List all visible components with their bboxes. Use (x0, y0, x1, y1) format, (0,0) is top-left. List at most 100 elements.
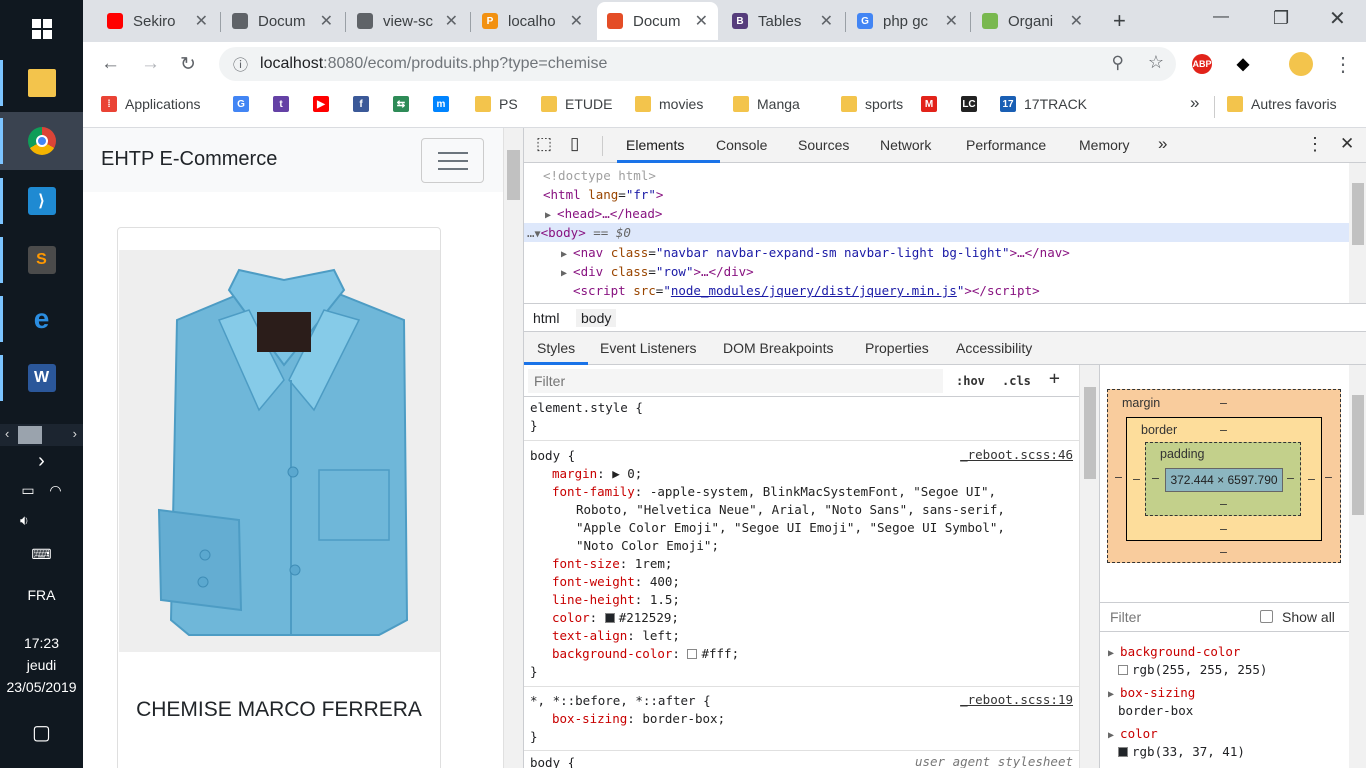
close-window-icon[interactable]: ✕ (1329, 6, 1346, 31)
margin-left-value[interactable]: – (1115, 470, 1122, 484)
style-property[interactable]: color: #212529; (552, 609, 679, 627)
styles-scrollbar[interactable] (1079, 365, 1099, 768)
style-property[interactable]: line-height: 1.5; (552, 591, 680, 609)
bookmark-item[interactable]: f (353, 96, 377, 112)
bookmark-item[interactable]: G (233, 96, 257, 112)
browser-tab[interactable]: Plocalho ✕ (472, 2, 593, 40)
star-rule-selector[interactable]: *, *::before, *::after { (530, 692, 711, 710)
more-bookmarks-icon[interactable]: » (1190, 93, 1199, 113)
reload-icon[interactable]: ↻ (180, 53, 196, 76)
close-tab-icon[interactable]: ✕ (1070, 11, 1083, 31)
wifi-icon[interactable]: ◠ (49, 482, 61, 499)
element-style-selector[interactable]: element.style { (530, 399, 643, 417)
browser-tab[interactable]: view-sc ✕ (347, 2, 468, 40)
next-rule-selector[interactable]: body { (530, 754, 575, 768)
border-top-value[interactable]: – (1220, 423, 1227, 437)
styles-filter-input[interactable] (528, 369, 943, 393)
border-bottom-value[interactable]: – (1220, 522, 1227, 536)
computed-property-name[interactable]: ▶ background-color (1108, 643, 1240, 663)
navbar-toggler-button[interactable] (421, 138, 484, 183)
new-tab-button[interactable]: + (1103, 2, 1136, 40)
hov-button[interactable]: :hov (956, 374, 985, 388)
tab-elements[interactable]: Elements (626, 137, 684, 153)
clock-time[interactable]: 17:23 (0, 635, 83, 651)
site-brand[interactable]: EHTP E-Commerce (101, 148, 277, 171)
maximize-icon[interactable]: ❐ (1273, 8, 1289, 29)
scroll-left-icon[interactable]: ‹ (5, 426, 9, 441)
start-button[interactable] (0, 0, 83, 58)
padding-bottom-value[interactable]: – (1220, 497, 1227, 511)
bookmark-item[interactable]: sports (841, 96, 903, 112)
body-rule-source-link[interactable]: _reboot.scss:46 (960, 447, 1073, 462)
taskbar-scrollbar[interactable]: ‹ › (0, 424, 83, 446)
subtab-event-listeners[interactable]: Event Listeners (600, 340, 697, 356)
color-swatch[interactable] (687, 649, 698, 659)
chevron-right-icon[interactable]: › (0, 450, 83, 473)
sublime-taskbar-button[interactable]: S (0, 231, 83, 289)
cls-button[interactable]: .cls (1002, 374, 1031, 388)
dom-line-html[interactable]: <html lang="fr"> (524, 185, 1349, 204)
tab-network[interactable]: Network (880, 137, 931, 153)
scrollbar-thumb[interactable] (507, 150, 520, 200)
style-property[interactable]: font-size: 1rem; (552, 555, 672, 573)
notifications-icon[interactable]: ▢ (0, 720, 83, 745)
close-tab-icon[interactable]: ✕ (945, 11, 958, 31)
forward-icon[interactable]: → (141, 53, 160, 75)
margin-right-value[interactable]: – (1325, 470, 1332, 484)
crumb-body[interactable]: body (576, 309, 617, 327)
box-content-size[interactable]: 372.444 × 6597.790 (1165, 468, 1283, 492)
page-scrollbar[interactable] (503, 128, 523, 768)
tab-sources[interactable]: Sources (798, 137, 849, 153)
style-property[interactable]: font-weight: 400; (552, 573, 680, 591)
minimize-icon[interactable]: — (1213, 8, 1229, 26)
inspect-element-icon[interactable]: ⬚ (536, 134, 552, 154)
margin-bottom-value[interactable]: – (1220, 545, 1227, 559)
subtab-properties[interactable]: Properties (865, 340, 929, 356)
crumb-html[interactable]: html (528, 309, 564, 327)
scrollbar-thumb[interactable] (18, 426, 42, 444)
adblock-plus-icon[interactable]: ABP (1192, 54, 1212, 74)
computed-property-name[interactable]: ▶ box-sizing (1108, 684, 1195, 704)
close-tab-icon[interactable]: ✕ (320, 11, 333, 31)
star-rule-source-link[interactable]: _reboot.scss:19 (960, 692, 1073, 707)
scroll-right-icon[interactable]: › (73, 426, 77, 441)
body-rule-selector[interactable]: body { (530, 447, 575, 465)
profile-avatar[interactable] (1289, 52, 1313, 76)
close-tab-icon[interactable]: ✕ (570, 11, 583, 31)
padding-left-value[interactable]: – (1152, 471, 1159, 485)
dom-line-body-selected[interactable]: …▼<body> == $0 (524, 223, 1349, 242)
style-property[interactable]: margin: ▶ 0; (552, 465, 642, 483)
browser-tab[interactable]: Organi ✕ (972, 2, 1093, 40)
browser-tab[interactable]: Docum ✕ (222, 2, 343, 40)
bookmark-item[interactable]: LC (961, 96, 985, 112)
volume-icon[interactable]: 🔉︎ (0, 512, 83, 529)
computed-property-name[interactable]: ▶ color (1108, 725, 1158, 745)
bookmark-item[interactable]: t (273, 96, 297, 112)
address-bar[interactable]: ⓘ localhost:8080/ecom/produits.php?type=… (219, 47, 1176, 81)
word-taskbar-button[interactable]: W (0, 349, 83, 407)
bookmark-item[interactable]: 17 17TRACK (1000, 96, 1087, 112)
devtools-menu-icon[interactable]: ⋮ (1306, 134, 1324, 155)
chrome-taskbar-button[interactable] (0, 112, 83, 170)
subtab-styles[interactable]: Styles (537, 340, 575, 356)
bookmark-item[interactable]: ▶ (313, 96, 337, 112)
bookmark-item[interactable]: ⇆ (393, 96, 417, 112)
vscode-taskbar-button[interactable]: ⟩ (0, 172, 83, 230)
close-tab-icon[interactable]: ✕ (695, 11, 708, 31)
bookmark-item[interactable]: m (433, 96, 457, 112)
dom-line-script[interactable]: <script src="node_modules/jquery/dist/jq… (524, 281, 1349, 300)
bookmark-item[interactable]: Manga (733, 96, 800, 112)
style-property[interactable]: "Apple Color Emoji", "Segoe UI Emoji", "… (576, 519, 1005, 537)
fish-extension-icon[interactable]: ◆ (1233, 54, 1253, 74)
style-property[interactable]: Roboto, "Helvetica Neue", Arial, "Noto S… (576, 501, 1005, 519)
add-rule-icon[interactable]: + (1049, 368, 1060, 389)
browser-tab[interactable]: Gphp gc ✕ (847, 2, 968, 40)
bookmark-item[interactable]: movies (635, 96, 703, 112)
border-left-value[interactable]: – (1133, 472, 1140, 486)
close-tab-icon[interactable]: ✕ (820, 11, 833, 31)
dom-line-nav[interactable]: ▶ <nav class="navbar navbar-expand-sm na… (524, 243, 1349, 262)
subtab-accessibility[interactable]: Accessibility (956, 340, 1032, 356)
show-all-checkbox[interactable] (1260, 610, 1273, 623)
star-rule-property[interactable]: box-sizing: border-box; (552, 710, 725, 728)
close-tab-icon[interactable]: ✕ (445, 11, 458, 31)
